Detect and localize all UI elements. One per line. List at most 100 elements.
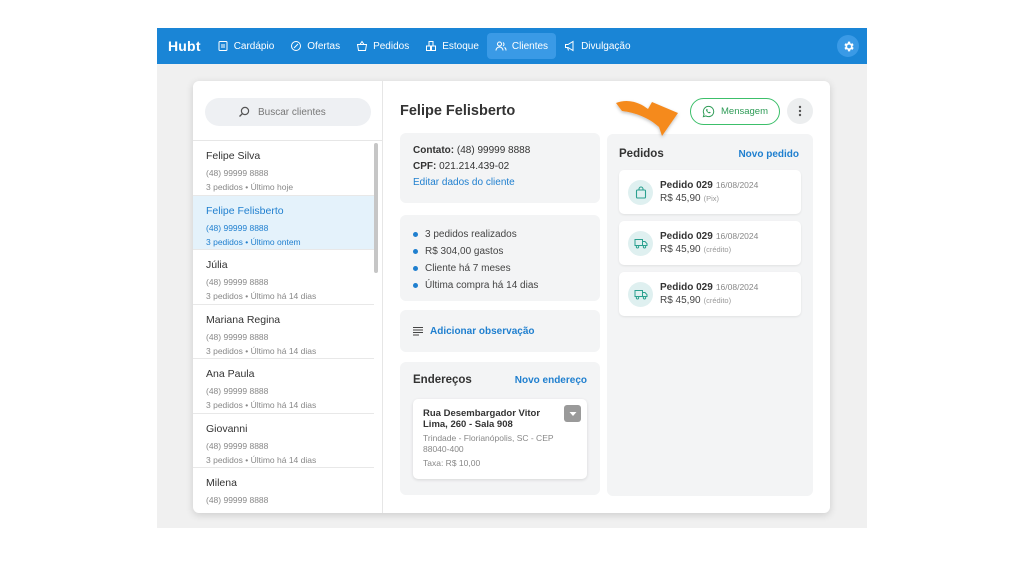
nav-item-label: Estoque: [442, 40, 479, 52]
delivery-truck-icon: [634, 238, 647, 249]
client-stats: 3 pedidos realizados R$ 304,00 gastos Cl…: [400, 215, 600, 301]
client-list[interactable]: Felipe Silva (48) 99999 8888 3 pedidos •…: [193, 140, 382, 513]
client-list-item-selected[interactable]: Felipe Felisberto (48) 99999 8888 3 pedi…: [193, 195, 374, 250]
nav-item-label: Cardápio: [233, 40, 275, 52]
client-phone: (48) 99999 8888: [206, 386, 269, 396]
client-summary: 3 pedidos • Último há 14 dias: [206, 291, 317, 301]
nav-item-estoque[interactable]: Estoque: [417, 33, 487, 59]
order-card[interactable]: Pedido 029 16/08/2024 R$ 45,90 (crédito): [619, 272, 801, 316]
order-date: 16/08/2024: [715, 282, 759, 292]
gear-icon: [843, 41, 854, 51]
order-payment: (crédito): [703, 245, 732, 254]
nav-item-ofertas[interactable]: Ofertas: [282, 33, 348, 59]
address-city: Trindade - Florianópolis, SC - CEP 88040…: [423, 433, 554, 454]
edit-client-link[interactable]: Editar dados do cliente: [413, 177, 587, 188]
stat-item: R$ 304,00 gastos: [413, 243, 587, 260]
menu-book-icon: [218, 41, 228, 51]
contact-label: Contato:: [413, 145, 455, 156]
stat-text: Cliente há 7 meses: [425, 263, 511, 274]
client-phone: (48) 99999 8888: [206, 277, 269, 287]
add-note-button[interactable]: Adicionar observação: [400, 310, 600, 352]
nav-item-clientes[interactable]: Clientes: [486, 33, 557, 59]
nav-item-label: Pedidos: [373, 40, 410, 52]
address-fee: Taxa: R$ 10,00: [423, 458, 481, 468]
stat-item: 3 pedidos realizados: [413, 226, 587, 243]
whatsapp-message-button[interactable]: Mensagem: [690, 98, 780, 125]
bullet-icon: [413, 249, 418, 254]
message-label: Mensagem: [721, 106, 768, 117]
chevron-down-icon: [569, 411, 576, 416]
client-list-item[interactable]: Mariana Regina (48) 99999 8888 3 pedidos…: [193, 305, 374, 359]
notes-icon: [413, 326, 423, 336]
client-name: Giovanni: [206, 422, 248, 435]
client-list-item[interactable]: Milena (48) 99999 8888: [193, 468, 374, 513]
address-street: Rua Desembargador Vitor Lima, 260 - Sala…: [423, 408, 541, 430]
bullet-icon: [413, 283, 418, 288]
client-summary: 3 pedidos • Último há 14 dias: [206, 345, 317, 356]
client-phone: (48) 99999 8888: [206, 331, 269, 342]
search-icon: [239, 106, 250, 117]
client-name: Milena: [206, 477, 237, 489]
boxes-icon: [426, 41, 437, 51]
address-card[interactable]: Rua Desembargador Vitor Lima, 260 - Sala…: [413, 399, 587, 479]
top-navigation-bar: Hubt Cardápio Ofertas Pedidos Estoque Cl…: [157, 28, 867, 64]
order-payment: (Pix): [703, 194, 720, 203]
client-summary: 3 pedidos • Último há 14 dias: [206, 400, 317, 410]
stat-item: Última compra há 14 dias: [413, 277, 587, 294]
client-list-panel: Felipe Silva (48) 99999 8888 3 pedidos •…: [193, 81, 383, 513]
addresses-title: Endereços: [413, 374, 472, 386]
cpf-value: 021.214.439-02: [439, 161, 510, 172]
client-title: Felipe Felisberto: [400, 103, 516, 119]
order-date: 16/08/2024: [715, 231, 759, 241]
nav-item-cardapio[interactable]: Cardápio: [209, 33, 283, 59]
nav-item-divulgacao[interactable]: Divulgação: [556, 33, 638, 59]
order-type-badge: [628, 179, 653, 205]
search-input[interactable]: [258, 106, 338, 118]
stat-item: Cliente há 7 meses: [413, 260, 587, 277]
basket-icon: [356, 40, 368, 51]
client-name: Júlia: [206, 259, 228, 271]
address-dropdown-button[interactable]: [564, 405, 581, 422]
client-name: Felipe Silva: [206, 150, 261, 162]
stat-text: Última compra há 14 dias: [425, 280, 539, 291]
client-search[interactable]: [205, 98, 371, 126]
order-card[interactable]: Pedido 029 16/08/2024 R$ 45,90 (Pix): [619, 170, 801, 214]
client-summary: 3 pedidos • Último hoje: [206, 182, 294, 192]
order-card[interactable]: Pedido 029 16/08/2024 R$ 45,90 (crédito): [619, 221, 801, 265]
nav-item-label: Clientes: [511, 40, 549, 52]
order-value: R$ 45,90: [660, 193, 701, 204]
new-address-link[interactable]: Novo endereço: [515, 375, 587, 386]
delivery-truck-icon: [634, 289, 647, 300]
bag-icon: [635, 185, 646, 199]
discount-icon: [291, 41, 302, 51]
client-phone: (48) 99999 8888: [206, 495, 269, 505]
bullet-icon: [413, 232, 418, 237]
order-name: Pedido 029: [660, 231, 713, 242]
client-list-item[interactable]: Felipe Silva (48) 99999 8888 3 pedidos •…: [193, 141, 374, 196]
add-note-label: Adicionar observação: [430, 325, 535, 337]
nav-item-label: Ofertas: [307, 40, 341, 52]
contact-value: (48) 99999 8888: [456, 145, 531, 156]
more-options-button[interactable]: [787, 98, 813, 124]
stat-text: R$ 304,00 gastos: [425, 246, 504, 257]
more-vertical-icon: [798, 105, 802, 117]
new-order-link[interactable]: Novo pedido: [738, 149, 799, 160]
client-list-item[interactable]: Giovanni (48) 99999 8888 3 pedidos • Últ…: [193, 414, 374, 468]
main-nav: Cardápio Ofertas Pedidos Estoque Cliente…: [209, 28, 639, 64]
order-payment: (crédito): [703, 296, 732, 305]
cpf-label: CPF:: [413, 161, 437, 172]
settings-button[interactable]: [837, 35, 859, 57]
client-summary: 3 pedidos • Último há 14 dias: [206, 454, 317, 465]
client-list-item[interactable]: Ana Paula (48) 99999 8888 3 pedidos • Úl…: [193, 359, 374, 414]
client-list-scrollbar[interactable]: [374, 143, 378, 273]
order-date: 16/08/2024: [715, 180, 759, 190]
client-phone: (48) 99999 8888: [206, 222, 269, 233]
client-summary: 3 pedidos • Último ontem: [206, 236, 301, 247]
nav-item-pedidos[interactable]: Pedidos: [348, 33, 417, 59]
app-logo[interactable]: Hubt: [168, 38, 201, 54]
app-window: Hubt Cardápio Ofertas Pedidos Estoque Cl…: [157, 28, 867, 528]
client-name: Mariana Regina: [206, 313, 281, 326]
client-list-item[interactable]: Júlia (48) 99999 8888 3 pedidos • Último…: [193, 250, 374, 305]
client-phone: (48) 99999 8888: [206, 168, 269, 178]
stat-text: 3 pedidos realizados: [425, 229, 517, 240]
